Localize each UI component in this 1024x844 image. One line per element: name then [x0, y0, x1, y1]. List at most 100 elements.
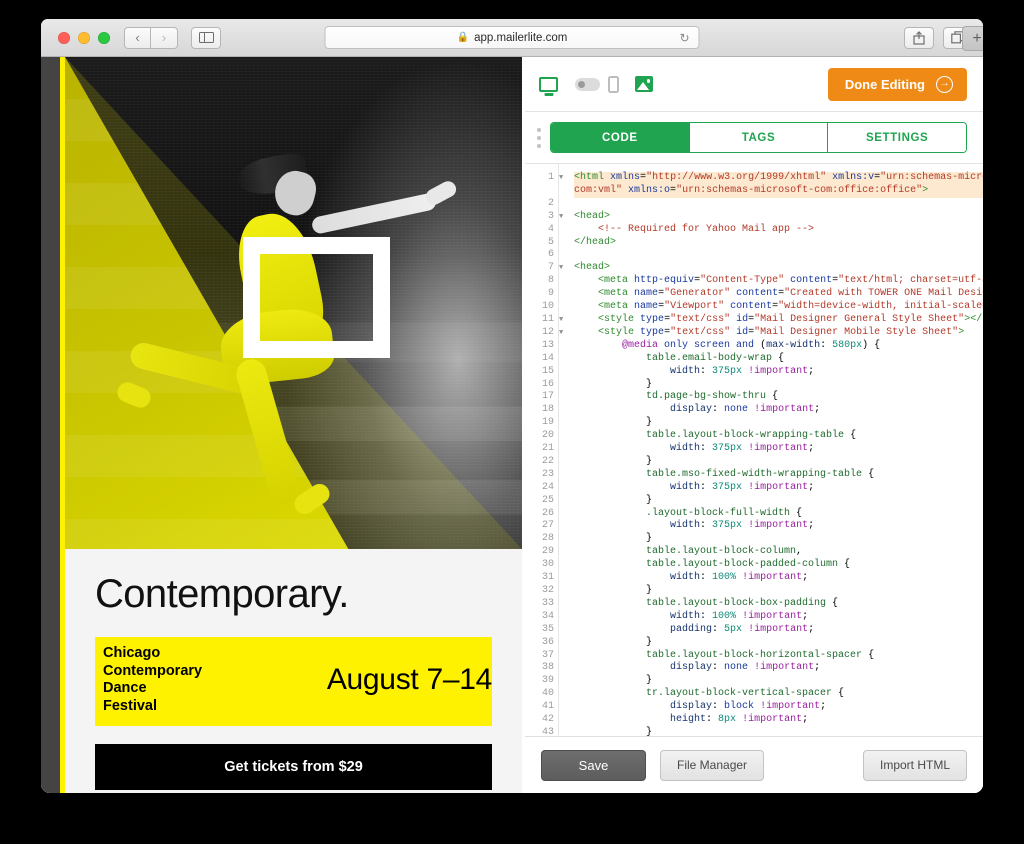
code-line[interactable]: <head>	[574, 262, 983, 275]
festival-name-line: Chicago	[103, 645, 161, 661]
code-line[interactable]: }	[574, 379, 983, 392]
code-line[interactable]: table.layout-block-horizontal-spacer {	[574, 650, 983, 663]
mobile-icon[interactable]	[608, 75, 619, 93]
done-editing-button[interactable]: Done Editing →	[827, 67, 967, 101]
window-controls[interactable]	[58, 31, 110, 44]
code-line[interactable]	[574, 198, 983, 211]
code-line[interactable]: }	[574, 675, 983, 688]
code-line[interactable]: <head>	[574, 211, 983, 224]
file-manager-button[interactable]: File Manager	[660, 749, 765, 781]
code-fold-toggle[interactable]: ▼	[559, 262, 568, 275]
code-line[interactable]: <!-- Required for Yahoo Mail app -->	[574, 224, 983, 237]
code-line[interactable]: td.page-bg-show-thru {	[574, 391, 983, 404]
code-fold-spacer	[559, 482, 568, 495]
code-line[interactable]: <meta name="Generator" content="Created …	[574, 288, 983, 301]
code-fold-toggle[interactable]: ▼	[559, 327, 568, 340]
reload-icon[interactable]: ↻	[679, 31, 689, 45]
image-icon[interactable]	[635, 76, 653, 92]
save-button[interactable]: Save	[541, 749, 646, 781]
line-number: 43	[541, 726, 554, 736]
code-fold-column[interactable]: ▼ ▼ ▼ ▼ ▼	[559, 164, 568, 736]
code-line[interactable]: tr.layout-block-vertical-spacer {	[574, 688, 983, 701]
code-line[interactable]: table.layout-block-column,	[574, 546, 983, 559]
code-text-content[interactable]: <html xmlns="http://www.w3.org/1999/xhtm…	[568, 164, 983, 736]
forward-button[interactable]: ›	[151, 26, 178, 49]
code-line[interactable]: }	[574, 533, 983, 546]
code-line[interactable]: table.email-body-wrap {	[574, 353, 983, 366]
code-line[interactable]: <meta http-equiv="Content-Type" content=…	[574, 275, 983, 288]
editor-tabs[interactable]: CODE TAGS SETTINGS	[550, 122, 967, 153]
code-line[interactable]: <style type="text/css" id="Mail Designer…	[574, 327, 983, 340]
code-line[interactable]: table.layout-block-wrapping-table {	[574, 430, 983, 443]
code-fold-toggle[interactable]: ▼	[559, 211, 568, 224]
share-button[interactable]	[904, 26, 934, 49]
tab-settings[interactable]: SETTINGS	[828, 123, 966, 152]
code-line[interactable]: display: block !important;	[574, 701, 983, 714]
code-line[interactable]: .layout-block-full-width {	[574, 508, 983, 521]
line-number: 34	[541, 610, 554, 622]
festival-banner[interactable]: Chicago Contemporary Dance Festival Augu…	[95, 637, 492, 726]
code-line[interactable]: <html xmlns="http://www.w3.org/1999/xhtm…	[574, 172, 983, 185]
maximize-window-button[interactable]	[98, 31, 110, 44]
code-line[interactable]: }	[574, 456, 983, 469]
code-line[interactable]: width: 375px !important;	[574, 520, 983, 533]
desktop-icon	[539, 76, 558, 92]
code-line[interactable]: @media only screen and (max-width: 580px…	[574, 340, 983, 353]
code-line[interactable]: }	[574, 417, 983, 430]
minimize-window-button[interactable]	[78, 31, 90, 44]
line-number: 33	[541, 597, 554, 609]
get-tickets-button[interactable]: Get tickets from $29	[95, 743, 492, 790]
hero-artwork[interactable]	[65, 57, 522, 549]
responsive-toggle[interactable]	[575, 77, 600, 91]
desktop-preview-button[interactable]	[539, 76, 558, 92]
code-fold-spacer	[559, 714, 568, 727]
code-line[interactable]: width: 375px !important;	[574, 443, 983, 456]
code-line[interactable]: table.layout-block-box-padding {	[574, 598, 983, 611]
code-line[interactable]: }	[574, 637, 983, 650]
code-editor[interactable]: 1 2 3 4 5 6 7 8 9 10 11 12 13 14 15 16 17 18 19 20 21 22 23 24 2…	[525, 164, 983, 736]
code-line[interactable]: width: 375px !important;	[574, 366, 983, 379]
code-line[interactable]: height: 8px !important;	[574, 714, 983, 727]
drag-handle-icon[interactable]	[531, 127, 547, 148]
close-window-button[interactable]	[58, 31, 70, 44]
navigation-buttons[interactable]: ‹ ›	[124, 26, 178, 49]
code-line[interactable]: }	[574, 585, 983, 598]
line-number: 24	[541, 481, 554, 493]
code-line[interactable]: width: 100% !important;	[574, 572, 983, 585]
code-fold-spacer	[559, 249, 568, 262]
line-number: 4	[547, 223, 554, 235]
code-fold-spacer	[559, 637, 568, 650]
tab-tags[interactable]: TAGS	[689, 123, 829, 152]
tab-code[interactable]: CODE	[551, 123, 690, 152]
line-number: 40	[541, 688, 554, 700]
code-line[interactable]: <meta name="Viewport" content="width=dev…	[574, 301, 983, 314]
email-preview-canvas[interactable]: Contemporary. Chicago Contemporary Dance…	[65, 57, 522, 793]
code-line[interactable]: padding: 5px !important;	[574, 624, 983, 637]
code-line[interactable]: com:vml" xmlns:o="urn:schemas-microsoft-…	[574, 184, 983, 198]
line-number	[525, 185, 554, 198]
code-line[interactable]: }	[574, 727, 983, 736]
code-line[interactable]: display: none !important;	[574, 404, 983, 417]
code-line[interactable]: }	[574, 495, 983, 508]
code-line[interactable]	[574, 249, 983, 262]
import-html-button[interactable]: Import HTML	[862, 749, 967, 781]
line-number: 8	[547, 275, 554, 287]
browser-titlebar: ‹ › 🔒 app.mailerlite.com ↻ +	[41, 19, 983, 57]
code-line[interactable]: <style type="text/css" id="Mail Designer…	[574, 314, 983, 327]
address-bar[interactable]: 🔒 app.mailerlite.com ↻	[324, 26, 700, 49]
code-fold-toggle[interactable]: ▼	[559, 172, 568, 185]
code-line[interactable]: width: 100% !important;	[574, 611, 983, 624]
code-fold-spacer	[559, 650, 568, 663]
new-tab-button[interactable]: +	[962, 26, 983, 51]
sidebar-toggle-button[interactable]	[191, 26, 221, 49]
code-line[interactable]: table.layout-block-padded-column {	[574, 559, 983, 572]
code-line[interactable]: display: none !important;	[574, 662, 983, 675]
code-fold-toggle[interactable]: ▼	[559, 314, 568, 327]
code-line[interactable]: table.mso-fixed-width-wrapping-table {	[574, 469, 983, 482]
white-photo-frame	[243, 237, 390, 358]
code-fold-spacer	[559, 495, 568, 508]
email-headline[interactable]: Contemporary.	[95, 571, 492, 617]
back-button[interactable]: ‹	[124, 26, 151, 49]
code-line[interactable]: </head>	[574, 237, 983, 250]
code-line[interactable]: width: 375px !important;	[574, 482, 983, 495]
